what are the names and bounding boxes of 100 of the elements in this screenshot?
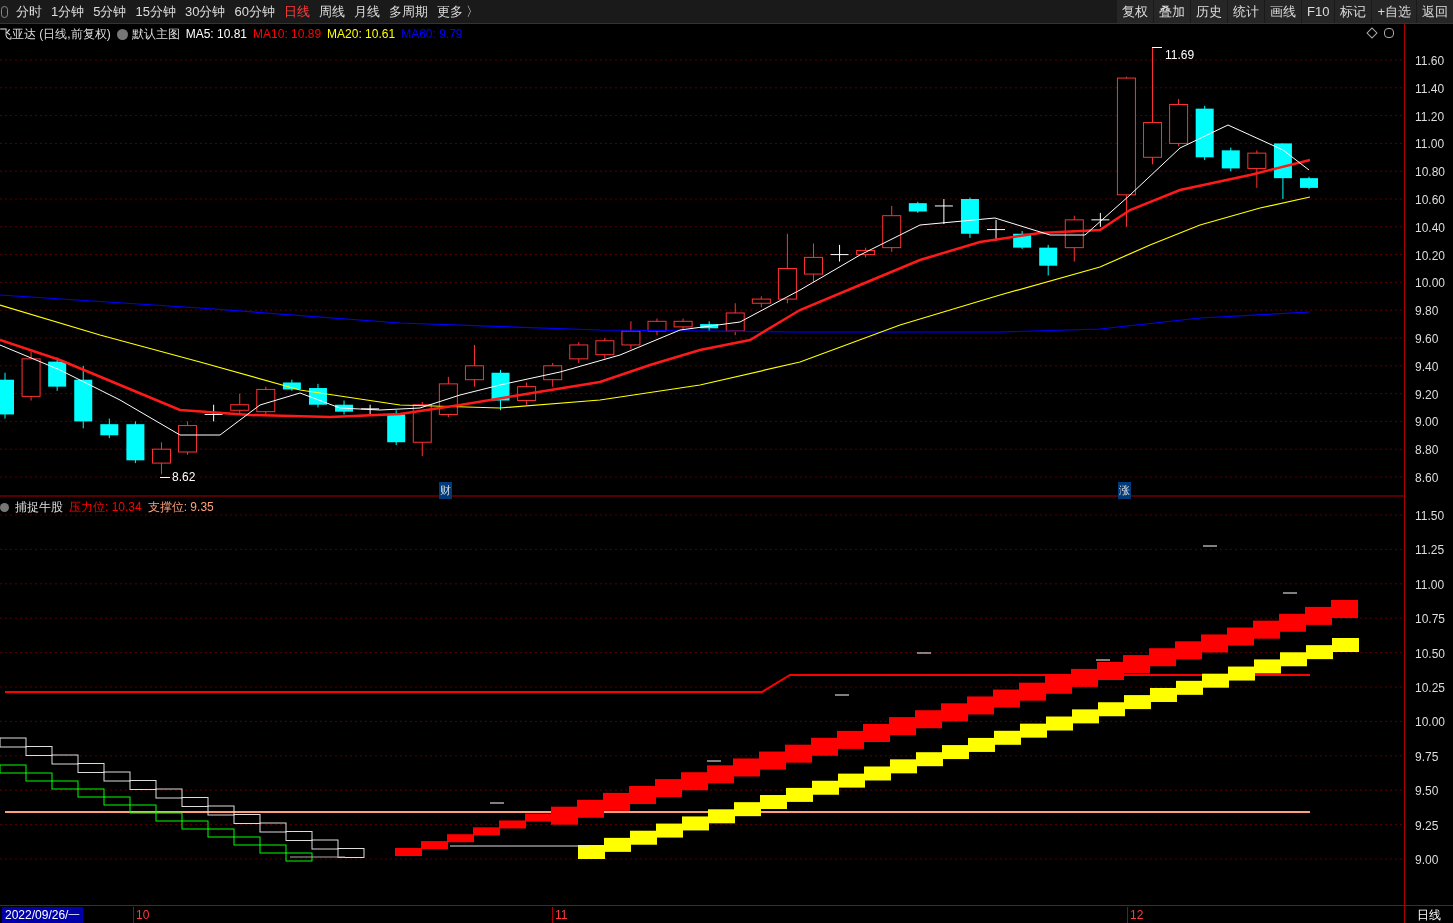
candlestick (282, 379, 301, 392)
axis-label: 11.25 (1415, 542, 1445, 560)
panel-icon[interactable] (1384, 28, 1394, 38)
period-tab[interactable]: 月线 (353, 1, 380, 22)
axis-label: 10.50 (1415, 645, 1446, 663)
low-price-label: 8.62 (172, 469, 196, 486)
candlestick (126, 420, 145, 464)
axis-label: 10.20 (1415, 247, 1446, 265)
candlestick (1247, 149, 1267, 189)
toolbar-button[interactable]: 返回 (1417, 0, 1453, 23)
toolbar-button[interactable]: 复权 (1117, 0, 1153, 23)
candlestick (595, 337, 615, 360)
indicator-value: MA5: 10.81 (185, 26, 248, 43)
candlestick (1221, 147, 1240, 172)
stock-title: 飞亚达 (日线,前复权) (0, 26, 111, 43)
axis-label: 9.40 (1415, 358, 1439, 376)
axis-label: 11.50 (1415, 508, 1445, 525)
axis-label: 11.00 (1415, 136, 1445, 154)
candlestick (882, 205, 902, 253)
toolbar-button[interactable]: 叠加 (1154, 0, 1190, 23)
candlestick (1195, 105, 1214, 161)
candlestick (777, 233, 797, 304)
period-tab[interactable]: 周线 (318, 1, 345, 22)
indicator-value: 压力位: 10.34 (69, 499, 142, 516)
period-tab[interactable]: 5分钟 (93, 1, 127, 22)
cursor-date: 2022/09/26/一 (2, 907, 84, 923)
month-label: 11 (552, 907, 568, 923)
candlestick (360, 404, 380, 415)
axis-label: 10.00 (1415, 275, 1446, 293)
period-tab[interactable]: 30分钟 (184, 1, 226, 22)
high-price-label: 11.69 (1165, 47, 1195, 64)
toolbar-button[interactable]: 历史 (1191, 0, 1227, 23)
candlestick (517, 382, 537, 406)
candlestick (960, 197, 979, 239)
axis-label: 11.60 (1415, 53, 1445, 70)
period-tab[interactable]: 日线 (283, 1, 310, 22)
axis-label: 11.40 (1415, 80, 1445, 98)
toolbar-button[interactable]: F10 (1302, 0, 1335, 23)
period-tab[interactable]: 1分钟 (51, 1, 85, 22)
axis-label: 9.00 (1415, 852, 1439, 869)
candlestick (647, 318, 667, 336)
candlestick (74, 365, 93, 429)
axis-label: 11.00 (1415, 576, 1445, 594)
indicator-value: 支撑位: 9.35 (147, 499, 214, 516)
toolbar-button[interactable]: 标记 (1335, 0, 1372, 23)
axis-label: 8.80 (1415, 442, 1439, 460)
indicator-value: MA20: 10.61 (327, 26, 396, 43)
axis-label: 9.00 (1415, 414, 1439, 432)
candlestick (152, 441, 171, 475)
candlestick (48, 356, 67, 392)
event-marker[interactable]: 财 (439, 482, 452, 499)
candlestick (673, 318, 693, 331)
candlestick (1039, 244, 1058, 276)
candlestick (934, 198, 954, 225)
axis-label: 9.50 (1415, 783, 1439, 801)
period-tab[interactable]: 多周期 (388, 1, 428, 22)
candlestick (100, 418, 119, 439)
period-tab[interactable]: 15分钟 (135, 1, 176, 22)
candlestick (1090, 212, 1110, 228)
axis-label: 11.20 (1415, 108, 1445, 126)
month-label: 12 (1127, 907, 1144, 923)
candlestick (21, 351, 41, 402)
toolbar-button[interactable]: 统计 (1228, 0, 1264, 23)
candlestick (387, 409, 406, 446)
axis-label: 10.60 (1415, 192, 1446, 209)
candlestick (204, 404, 224, 422)
template-name[interactable]: 默认主图 (131, 25, 180, 43)
axis-label: 10.25 (1415, 680, 1446, 697)
candlestick (569, 341, 589, 364)
axis-label: 10.80 (1415, 164, 1446, 182)
candlestick (1169, 98, 1189, 147)
period-tab[interactable]: 60分钟 (234, 1, 275, 22)
candlestick (178, 420, 198, 456)
event-marker[interactable]: 涨 (1118, 482, 1131, 499)
candlestick (230, 393, 250, 414)
axis-label: 9.60 (1415, 331, 1439, 348)
candlestick (464, 344, 484, 388)
axis-label: 9.75 (1415, 748, 1439, 766)
toolbar-button[interactable]: 画线 (1265, 0, 1301, 23)
candlestick (438, 376, 458, 418)
month-label: 10 (133, 907, 150, 923)
candlestick (0, 372, 14, 420)
period-label: 日线 (1417, 906, 1441, 923)
candlestick (308, 383, 327, 408)
candlestick (1273, 142, 1292, 200)
candlestick (1013, 230, 1032, 250)
candlestick (1064, 215, 1084, 263)
axis-label: 8.60 (1415, 470, 1439, 487)
axis-label: 10.75 (1415, 611, 1446, 629)
candlestick (256, 386, 276, 415)
period-tab[interactable]: 更多 〉 (436, 1, 480, 22)
candlestick (725, 302, 745, 336)
candlestick (543, 362, 563, 388)
period-tab[interactable]: 分时 (16, 1, 42, 22)
candlestick (830, 244, 850, 263)
indicator-name: 捕捉牛股 (15, 499, 63, 516)
axis-label: 9.20 (1415, 386, 1439, 404)
indicator-value: MA10: 10.89 (253, 26, 322, 43)
toolbar-button[interactable]: +自选 (1372, 0, 1416, 23)
candlestick (491, 369, 510, 411)
